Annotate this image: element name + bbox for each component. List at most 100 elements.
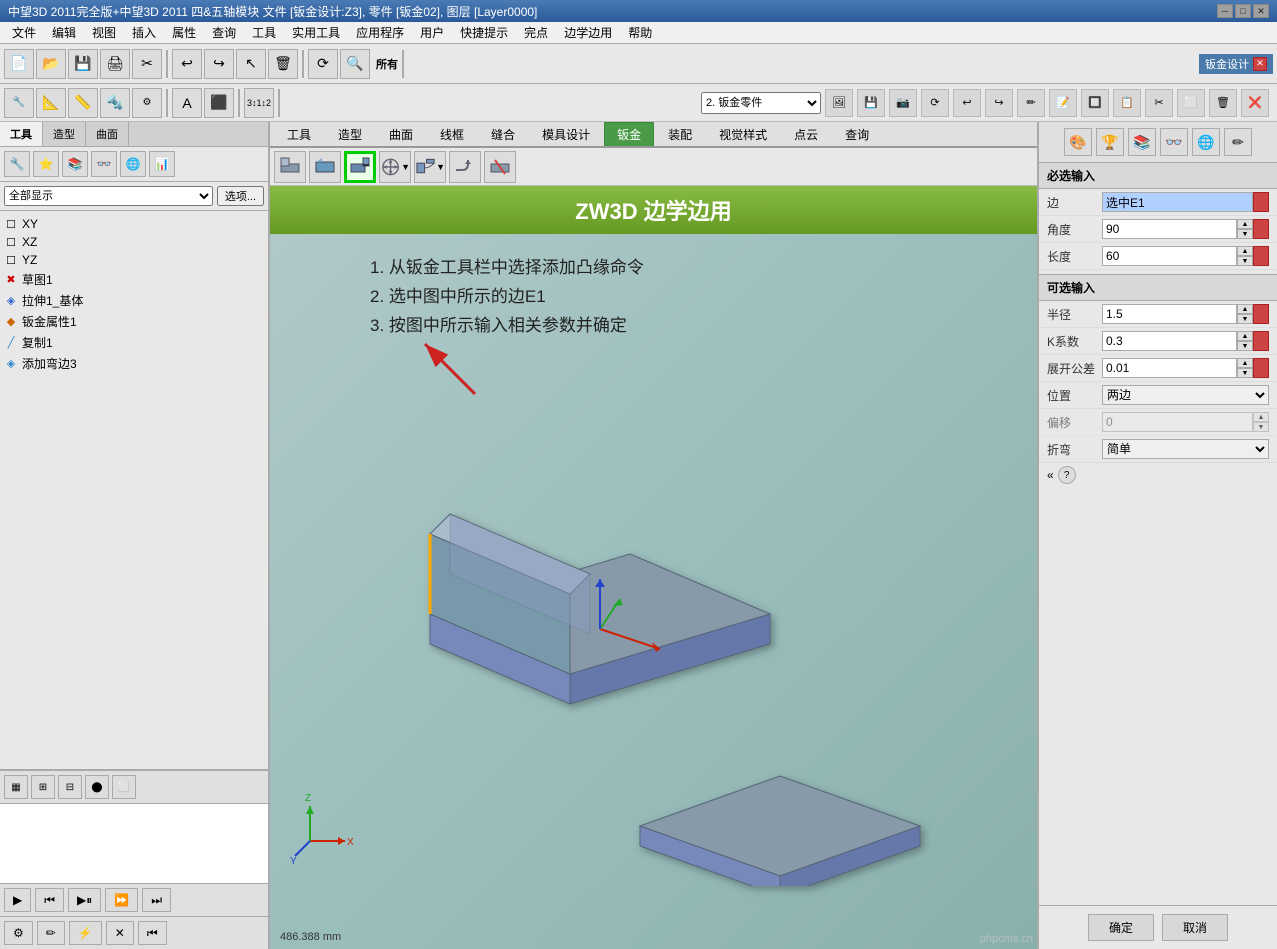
next-btn[interactable]: ⏭ [142,888,171,912]
lbt-btn4[interactable]: ⬤ [85,775,109,799]
rp-icon-glasses[interactable]: 👓 [1160,128,1188,156]
sm-dialog-close[interactable]: ✕ [1253,57,1267,71]
toolbar-select[interactable]: ↖ [236,49,266,79]
tb2-btn2[interactable]: 📐 [36,88,66,118]
extra-btn1[interactable]: ⚙ [4,921,33,945]
sm-tool-add-flange[interactable] [344,151,376,183]
lft-icon3[interactable]: 📚 [62,151,88,177]
rp-tolerance-input[interactable] [1102,358,1237,378]
rp-icon-globe[interactable]: 🌐 [1192,128,1220,156]
rp-icon-book[interactable]: 📚 [1128,128,1156,156]
menu-learn[interactable]: 边学边用 [556,22,620,43]
display-dropdown[interactable]: 全部显示 [4,186,213,206]
menu-attribute[interactable]: 属性 [164,22,204,43]
rp-help-icon[interactable]: ? [1058,466,1076,484]
rp-kfactor-input[interactable] [1102,331,1237,351]
rp-position-select[interactable]: 两边 内侧 外侧 [1102,385,1269,405]
tree-flange3[interactable]: ◈ 添加弯边3 [4,353,264,374]
tab-seam[interactable]: 缝合 [478,122,528,146]
menu-view[interactable]: 视图 [84,22,124,43]
sm-tool-move[interactable]: ▼ [379,151,411,183]
sm-part-dropdown[interactable]: 2. 钣金零件 [701,92,821,114]
lft-icon2[interactable]: ⭐ [33,151,59,177]
tab-surface[interactable]: 曲面 [376,122,426,146]
lft-icon4[interactable]: 👓 [91,151,117,177]
tree-xz[interactable]: ☐ XZ [4,233,264,251]
sm-tool-unfold[interactable]: ▼ [414,151,446,183]
sm-btn7[interactable]: ✏ [1017,89,1045,117]
lft-icon1[interactable]: 🔧 [4,151,30,177]
lft-icon5[interactable]: 🌐 [120,151,146,177]
rp-icon-palette[interactable]: 🎨 [1064,128,1092,156]
menu-query[interactable]: 查询 [204,22,244,43]
sm-btn8[interactable]: 📝 [1049,89,1077,117]
rp-offset-up[interactable]: ▲ [1253,412,1269,422]
rp-tolerance-redbtn[interactable] [1253,358,1269,378]
prev-btn[interactable]: ⏮ [35,888,64,912]
play-pause-btn[interactable]: ▶⏸ [68,888,101,912]
rp-radius-down[interactable]: ▼ [1237,314,1253,324]
rp-length-down[interactable]: ▼ [1237,256,1253,266]
tab-tools[interactable]: 工具 [274,122,324,146]
sm-btn9[interactable]: 🔲 [1081,89,1109,117]
tb2-btn5[interactable]: ⚙ [132,88,162,118]
toolbar-redo[interactable]: ↪ [204,49,234,79]
tab-wireframe[interactable]: 线框 [427,122,477,146]
toolbar-rotate[interactable]: ⟳ [308,49,338,79]
rp-angle-input[interactable] [1102,219,1237,239]
menu-tips[interactable]: 快捷提示 [452,22,516,43]
rp-radius-up[interactable]: ▲ [1237,304,1253,314]
fast-fwd-btn[interactable]: ⏩ [105,888,138,912]
rp-length-redbtn[interactable] [1253,246,1269,266]
menu-tools[interactable]: 工具 [244,22,284,43]
toolbar-cut[interactable]: ✂ [132,49,162,79]
left-tab-tools[interactable]: 工具 [0,122,43,146]
rp-length-input[interactable] [1102,246,1237,266]
toolbar-print[interactable]: 🖨 [100,49,130,79]
move-dropdown-arrow[interactable]: ▼ [401,162,410,172]
tree-yz[interactable]: ☐ YZ [4,251,264,269]
toolbar-delete[interactable]: 🗑 [268,49,298,79]
sm-tool-1[interactable] [274,151,306,183]
extra-btn5[interactable]: ⏮ [138,921,167,945]
sm-btn1[interactable]: 🖼 [825,89,853,117]
tb2-btn8[interactable]: 3↕1↕2 [244,88,274,118]
sm-btn6[interactable]: ↪ [985,89,1013,117]
sm-tool-bend[interactable] [449,151,481,183]
rp-offset-down[interactable]: ▼ [1253,422,1269,432]
sm-btn13[interactable]: 🗑 [1209,89,1237,117]
tab-assemble[interactable]: 装配 [655,122,705,146]
sm-btn4[interactable]: ⟳ [921,89,949,117]
lbt-btn2[interactable]: ⊞ [31,775,55,799]
rp-angle-down[interactable]: ▼ [1237,229,1253,239]
play-btn[interactable]: ▶ [4,888,31,912]
tab-query[interactable]: 查询 [832,122,882,146]
rp-icon-edit[interactable]: ✏ [1224,128,1252,156]
tree-copy1[interactable]: ╱ 复制1 [4,332,264,353]
rp-offset-input[interactable] [1102,412,1253,432]
minimize-button[interactable]: ─ [1217,4,1233,18]
lbt-btn5[interactable]: ⬜ [112,775,136,799]
lbt-btn3[interactable]: ⊟ [58,775,82,799]
tab-pointcloud[interactable]: 点云 [781,122,831,146]
rp-tolerance-down[interactable]: ▼ [1237,368,1253,378]
rp-length-up[interactable]: ▲ [1237,246,1253,256]
left-tab-shape[interactable]: 造型 [43,122,86,146]
toolbar-undo[interactable]: ↩ [172,49,202,79]
tb2-btn6[interactable]: A [172,88,202,118]
tab-sheetmetal[interactable]: 钣金 [604,122,654,146]
tb2-btn7[interactable]: ⬛ [204,88,234,118]
sm-btn10[interactable]: 📋 [1113,89,1141,117]
cancel-button[interactable]: 取消 [1162,914,1228,941]
rp-angle-redbtn[interactable] [1253,219,1269,239]
extra-btn2[interactable]: ✏ [37,921,65,945]
options-button[interactable]: 选项... [217,186,264,206]
sm-btn12[interactable]: ⬜ [1177,89,1205,117]
tree-extrude1[interactable]: ◈ 拉伸1_基体 [4,290,264,311]
rp-radius-input[interactable] [1102,304,1237,324]
toolbar-open[interactable]: 📂 [36,49,66,79]
sm-btn5[interactable]: ↩ [953,89,981,117]
toolbar-zoom[interactable]: 🔍 [340,49,370,79]
tree-sketch1[interactable]: ✖ 草图1 [4,269,264,290]
tb2-btn1[interactable]: 🔧 [4,88,34,118]
